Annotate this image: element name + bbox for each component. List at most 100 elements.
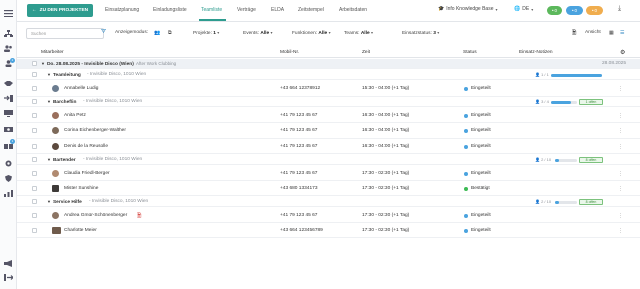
table-row[interactable]: Annabelle Ludig +43 664 12378912 15:30 -… xyxy=(17,81,640,97)
more-options-icon[interactable]: ⋮ xyxy=(618,228,623,234)
tab-arbeitsdaten[interactable]: Arbeitsdaten xyxy=(339,7,367,13)
open-slots-badge[interactable]: 8 offen xyxy=(579,199,603,205)
column-status[interactable]: Status xyxy=(463,50,477,55)
tab-einladungsliste[interactable]: Einladungsliste xyxy=(153,7,187,13)
notification-pill-green[interactable]: • 0 xyxy=(547,6,562,15)
status-label[interactable]: Eingeteilt xyxy=(471,228,491,233)
status-label[interactable]: Eingeteilt xyxy=(471,113,491,118)
tab-einsatzplanung[interactable]: Einsatzplanung xyxy=(105,7,139,13)
employee-name[interactable]: Claudia Friedl-Berger xyxy=(64,171,110,176)
column-mitarbeiter[interactable]: Mitarbeiter xyxy=(41,50,64,55)
list-view-icon[interactable]: ☰ xyxy=(620,30,624,36)
row-checkbox[interactable] xyxy=(32,157,37,162)
row-checkbox[interactable] xyxy=(32,61,37,66)
users-icon[interactable] xyxy=(4,45,13,52)
status-label[interactable]: Eingeteilt xyxy=(471,144,491,149)
group-row[interactable]: ▼ Service Hilfe - Invisible Disco, 1010 W… xyxy=(17,197,640,207)
download-icon[interactable]: ⤓ xyxy=(618,5,621,13)
chart-icon[interactable] xyxy=(4,190,13,197)
column-time[interactable]: Zeit xyxy=(362,50,370,55)
settings-icon[interactable] xyxy=(4,160,13,167)
employee-name[interactable]: Anita Petz xyxy=(64,113,86,118)
group-row[interactable]: ▼ Teamleitung - Invisible Disco, 1010 Wie… xyxy=(17,70,640,80)
row-checkbox[interactable] xyxy=(32,199,37,204)
search-input[interactable]: Suchen xyxy=(26,28,104,39)
handshake-icon[interactable] xyxy=(4,80,13,87)
row-checkbox[interactable] xyxy=(32,86,37,91)
group-label: ▼ Teamleitung xyxy=(47,72,81,78)
tab-zeitstempel[interactable]: Zeitstempel xyxy=(298,7,324,13)
grid-view-icon[interactable]: ▦ xyxy=(609,30,614,36)
row-checkbox[interactable] xyxy=(32,228,37,233)
more-options-icon[interactable]: ⋮ xyxy=(618,171,623,177)
notification-pill-blue[interactable]: • 0 xyxy=(566,6,583,15)
teams-filter[interactable]: Teams: Alle ▾ xyxy=(344,30,373,36)
row-checkbox[interactable] xyxy=(32,144,37,149)
employee-name[interactable]: Andrea Gmür-Schönenberger xyxy=(64,213,127,218)
column-mobile[interactable]: Mobil-Nr. xyxy=(280,50,299,55)
login-icon[interactable] xyxy=(4,95,13,102)
row-checkbox[interactable] xyxy=(32,99,37,104)
date-row[interactable]: ▼ Do. 28.08.2025 - Invisible Disco (Wien)… xyxy=(17,59,640,69)
logout-icon[interactable] xyxy=(4,274,13,281)
more-options-icon[interactable]: ⋮ xyxy=(618,86,623,92)
cash-icon[interactable] xyxy=(4,126,13,133)
events-filter[interactable]: Events: Alle ▾ xyxy=(243,30,273,36)
filter-icon[interactable]: ⛛ xyxy=(101,29,106,36)
group-row[interactable]: ▼ Barchef/in - Invisible Disco, 1010 Wien… xyxy=(17,97,640,107)
row-checkbox[interactable] xyxy=(32,213,37,218)
table-row[interactable]: Charlotte Meier +43 664 123456789 17:30 … xyxy=(17,223,640,238)
open-slots-badge[interactable]: 8 offen xyxy=(579,157,603,163)
row-checkbox[interactable] xyxy=(32,72,37,77)
status-label[interactable]: Eingeteilt xyxy=(471,213,491,218)
menu-icon[interactable] xyxy=(4,10,13,17)
group-view-icon[interactable]: 👥 xyxy=(154,30,160,36)
functions-filter[interactable]: Funktionen: Alle ▾ xyxy=(292,30,331,36)
more-options-icon[interactable]: ⋮ xyxy=(618,144,623,150)
group-row[interactable]: ▼ Bartender - Invisible Disco, 1010 Wien … xyxy=(17,155,640,165)
row-checkbox[interactable] xyxy=(32,128,37,133)
projects-filter[interactable]: Projekte: 1 ▾ xyxy=(193,30,219,36)
employee-name[interactable]: Annabelle Ludig xyxy=(64,86,98,91)
megaphone-icon[interactable] xyxy=(4,260,13,267)
shield-icon[interactable] xyxy=(4,175,13,182)
row-checkbox[interactable] xyxy=(32,186,37,191)
status-label[interactable]: Eingeteilt xyxy=(471,171,491,176)
copy-icon[interactable]: ⧉ xyxy=(168,30,172,36)
language-selector[interactable]: 🌐 DE ▾ xyxy=(514,6,533,12)
table-row[interactable]: Mister Sunshine +43 680 1334173 17:30 - … xyxy=(17,181,640,196)
employee-name[interactable]: Corina Eichenberger-Walther xyxy=(64,128,126,133)
row-checkbox[interactable] xyxy=(32,171,37,176)
more-options-icon[interactable]: ⋮ xyxy=(618,113,623,119)
table-row[interactable]: Denis de la Reusolle +41 79 123 45 67 16… xyxy=(17,139,640,154)
employee-name[interactable]: Denis de la Reusolle xyxy=(64,144,108,149)
status-label[interactable]: Eingeteilt xyxy=(471,86,491,91)
settings-icon[interactable]: ⚙ xyxy=(620,49,625,56)
status-label[interactable]: Eingeteilt xyxy=(471,128,491,133)
employee-name[interactable]: Charlotte Meier xyxy=(64,228,97,233)
table-row[interactable]: Corina Eichenberger-Walther +41 79 123 4… xyxy=(17,123,640,139)
column-notes[interactable]: Einsatz-Notizen xyxy=(519,50,553,55)
employee-name[interactable]: Mister Sunshine xyxy=(64,186,98,191)
pdf-icon[interactable]: 🗎 xyxy=(137,212,141,221)
table-row[interactable]: Andrea Gmür-Schönenberger 🗎 +41 79 123 4… xyxy=(17,208,640,223)
status-label[interactable]: Bestätigt xyxy=(471,186,490,191)
monitor-icon[interactable] xyxy=(4,110,13,117)
open-slots-badge[interactable]: 1 offen xyxy=(579,99,603,105)
more-options-icon[interactable]: ⋮ xyxy=(618,186,623,192)
org-chart-icon[interactable] xyxy=(4,30,13,37)
tab-teamliste[interactable]: Teamliste xyxy=(201,7,222,13)
notification-pill-orange[interactable]: • 0 xyxy=(586,6,603,15)
table-row[interactable]: Anita Petz +41 79 123 45 67 16:30 - 04:0… xyxy=(17,108,640,123)
row-checkbox[interactable] xyxy=(32,113,37,118)
more-options-icon[interactable]: ⋮ xyxy=(618,213,623,219)
knowledge-base-link[interactable]: 🎓 Info Knowledge Base ▾ xyxy=(438,6,498,12)
back-to-projects-button[interactable]: ← ZU DEN PROJEKTEN xyxy=(27,4,93,17)
date-row-label: ▼ Do. 28.08.2025 - Invisible Disco (Wien) xyxy=(41,61,134,67)
tab-vertraege[interactable]: Verträge xyxy=(237,7,256,13)
more-options-icon[interactable]: ⋮ xyxy=(618,128,623,134)
table-row[interactable]: Claudia Friedl-Berger +41 79 123 45 67 1… xyxy=(17,166,640,181)
document-icon[interactable]: 🗎 xyxy=(572,29,576,38)
status-filter[interactable]: Einsatzstatus: 3 ▾ xyxy=(402,30,439,36)
tab-elda[interactable]: ELDA xyxy=(271,7,284,13)
